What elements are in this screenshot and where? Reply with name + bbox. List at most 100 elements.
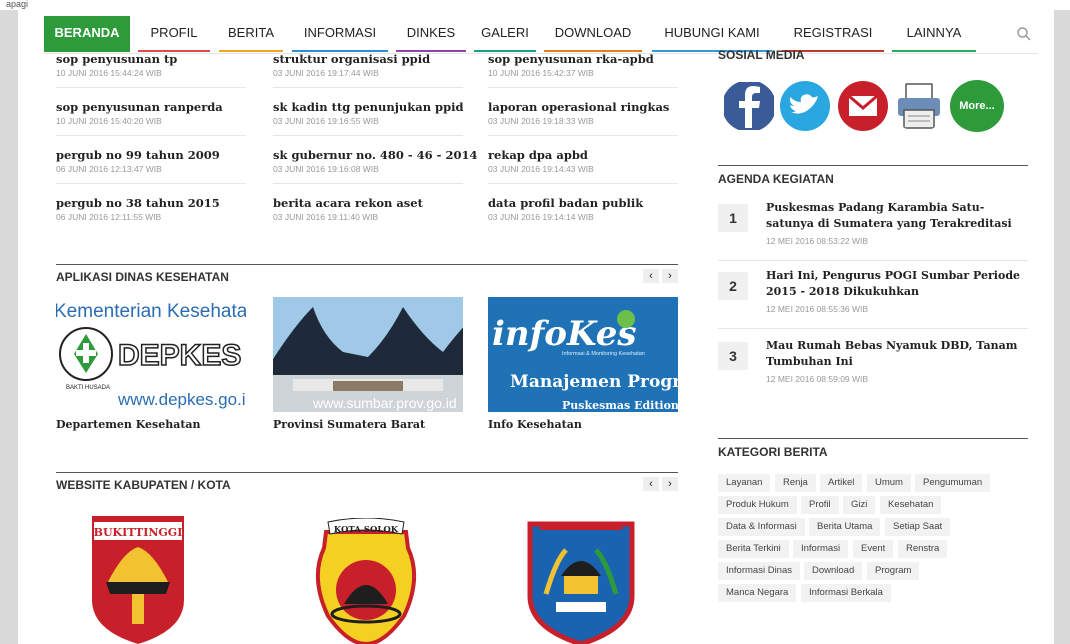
nav-item-label: BERITA: [228, 25, 274, 40]
app-thumb-depkes[interactable]: Kementerian Kesehatan R BAKTI HUSADA DEP…: [56, 297, 246, 412]
list-item[interactable]: sk kadin ttg penunjukan ppid 03 JUNI 2016…: [273, 100, 464, 136]
twitter-icon[interactable]: [778, 80, 832, 132]
sumbar-url-text: www.sumbar.prov.go.id: [312, 395, 457, 411]
nav-item-berita[interactable]: BERITA: [219, 16, 283, 52]
category-tag[interactable]: Kesehatan: [880, 496, 942, 514]
post-title[interactable]: berita acara rekon aset: [273, 196, 463, 210]
websites-prev-button[interactable]: ‹: [643, 477, 659, 491]
divider: [56, 183, 246, 184]
category-tag[interactable]: Renja: [775, 474, 816, 492]
category-tag[interactable]: Gizi: [843, 496, 876, 514]
category-tag[interactable]: Pengumuman: [915, 474, 991, 492]
infokes-brand: infoKes: [492, 314, 637, 354]
agenda-number: 1: [718, 204, 748, 232]
app-caption-sumbar[interactable]: Provinsi Sumatera Barat: [273, 418, 425, 431]
facebook-icon[interactable]: [722, 80, 776, 132]
divider: [488, 87, 678, 88]
category-tag[interactable]: Profil: [801, 496, 839, 514]
divider: [488, 135, 678, 136]
categories-heading: KATEGORI BERITA: [718, 438, 1028, 459]
agenda-title[interactable]: Puskesmas Padang Karambia Satu-satunya d…: [766, 200, 1028, 232]
app-thumb-sumbar[interactable]: www.sumbar.prov.go.id: [273, 297, 463, 412]
list-item[interactable]: pergub no 38 tahun 2015 06 JUNI 2016 12:1…: [56, 196, 246, 222]
websites-section-title: WEBSITE KABUPATEN / KOTA: [56, 478, 231, 492]
nav-item-hubungi-kami[interactable]: HUBUNGI KAMI: [652, 16, 772, 52]
category-tag[interactable]: Data & Informasi: [718, 518, 805, 536]
apps-prev-button[interactable]: ‹: [643, 269, 659, 283]
category-tag[interactable]: Renstra: [898, 540, 948, 558]
category-tag[interactable]: Berita Utama: [809, 518, 881, 536]
nav-item-dinkes[interactable]: DINKES: [396, 16, 466, 52]
top-strip-text: apagi: [6, 0, 29, 9]
list-item[interactable]: data profil badan publik 03 JUNI 2016 19:…: [488, 196, 678, 222]
gmail-icon[interactable]: [836, 80, 890, 132]
app-caption-depkes[interactable]: Departemen Kesehatan: [56, 418, 201, 431]
agenda-item[interactable]: 3 Mau Rumah Bebas Nyamuk DBD, Tanam Tumbu…: [718, 338, 1028, 400]
category-tag[interactable]: Manca Negara: [718, 584, 797, 602]
solok-logo[interactable]: KOTA SOLOK: [304, 518, 428, 644]
print-icon[interactable]: [892, 80, 946, 132]
padang-panjang-logo[interactable]: [526, 516, 636, 644]
list-item[interactable]: sop penyusunan rka-apbd 10 JUNI 2016 15:4…: [488, 52, 678, 88]
category-tag[interactable]: Berita Terkini: [718, 540, 789, 558]
nav-item-beranda[interactable]: BERANDA: [44, 16, 130, 52]
post-title[interactable]: sop penyusunan ranperda: [56, 100, 246, 114]
category-tag[interactable]: Produk Hukum: [718, 496, 797, 514]
post-title[interactable]: pergub no 99 tahun 2009: [56, 148, 246, 162]
post-title[interactable]: sk kadin ttg penunjukan ppid: [273, 100, 464, 114]
more-share-button[interactable]: More...: [950, 80, 1004, 132]
nav-item-lainnya[interactable]: LAINNYA: [892, 16, 976, 52]
post-title[interactable]: data profil badan publik: [488, 196, 678, 210]
category-tag[interactable]: Informasi Berkala: [801, 584, 891, 602]
category-tag[interactable]: Artikel: [820, 474, 863, 492]
solok-label: KOTA SOLOK: [334, 525, 399, 535]
category-tag[interactable]: Program: [867, 562, 920, 580]
depkes-big-text: DEPKES: [118, 339, 241, 372]
agenda-title[interactable]: Mau Rumah Bebas Nyamuk DBD, Tanam Tumbuh…: [766, 338, 1028, 370]
list-item[interactable]: sop penyusunan ranperda 10 JUNI 2016 15:4…: [56, 100, 246, 136]
post-title[interactable]: laporan operasional ringkas: [488, 100, 678, 114]
bukittinggi-logo[interactable]: BUKITTINGGI: [88, 512, 188, 644]
list-item[interactable]: laporan operasional ringkas 03 JUNI 2016 …: [488, 100, 678, 136]
post-title[interactable]: sop penyusunan rka-apbd: [488, 52, 678, 66]
post-date: 03 JUNI 2016 19:14:43 WIB: [488, 164, 594, 174]
category-tag[interactable]: Download: [804, 562, 863, 580]
list-item[interactable]: pergub no 99 tahun 2009 06 JUNI 2016 12:1…: [56, 148, 246, 184]
agenda-item[interactable]: 1 Puskesmas Padang Karambia Satu-satunya …: [718, 200, 1028, 262]
category-tag[interactable]: Informasi Dinas: [718, 562, 800, 580]
category-tag[interactable]: Setiap Saat: [885, 518, 951, 536]
apps-next-button[interactable]: ›: [662, 269, 678, 283]
category-tag[interactable]: Umum: [867, 474, 911, 492]
post-title[interactable]: sk gubernur no. 480 - 46 - 2014: [273, 148, 477, 162]
list-item[interactable]: berita acara rekon aset 03 JUNI 2016 19:1…: [273, 196, 463, 222]
agenda-item[interactable]: 2 Hari Ini, Pengurus POGI Sumbar Periode …: [718, 268, 1028, 330]
nav-item-galeri[interactable]: GALERI: [474, 16, 536, 52]
list-item[interactable]: sk gubernur no. 480 - 46 - 2014 03 JUNI 2…: [273, 148, 477, 184]
list-item[interactable]: struktur organisasi ppid 03 JUNI 2016 19:…: [273, 52, 463, 88]
list-item[interactable]: sop penyusunan tp 10 JUNI 2016 15:44:24 W…: [56, 52, 246, 88]
post-date: 03 JUNI 2016 19:17:44 WIB: [273, 68, 379, 78]
nav-item-informasi[interactable]: INFORMASI: [292, 16, 388, 52]
nav-item-label: GALERI: [481, 25, 529, 40]
category-tag[interactable]: Informasi: [793, 540, 849, 558]
post-title[interactable]: struktur organisasi ppid: [273, 52, 463, 66]
app-caption-infokes[interactable]: Info Kesehatan: [488, 418, 582, 431]
websites-next-button[interactable]: ›: [662, 477, 678, 491]
nav-item-download[interactable]: DOWNLOAD: [544, 16, 642, 52]
post-date: 03 JUNI 2016 19:14:14 WIB: [488, 212, 594, 222]
nav-item-profil[interactable]: PROFIL: [138, 16, 210, 52]
nav-item-registrasi[interactable]: REGISTRASI: [782, 16, 884, 52]
post-title[interactable]: sop penyusunan tp: [56, 52, 246, 66]
list-item[interactable]: rekap dpa apbd 03 JUNI 2016 19:14:43 WIB: [488, 148, 678, 184]
post-title[interactable]: pergub no 38 tahun 2015: [56, 196, 246, 210]
category-tag[interactable]: Event: [853, 540, 894, 558]
post-title[interactable]: rekap dpa apbd: [488, 148, 678, 162]
search-icon[interactable]: [1016, 26, 1032, 42]
agenda-title[interactable]: Hari Ini, Pengurus POGI Sumbar Periode 2…: [766, 268, 1028, 300]
depkes-url-text: www.depkes.go.id: [117, 390, 246, 409]
infokes-title: Manajemen Program: [510, 372, 678, 392]
app-thumb-infokes[interactable]: infoKes Informasi & Monitoring Kesehatan…: [488, 297, 678, 412]
post-date: 03 JUNI 2016 19:11:40 WIB: [273, 212, 379, 222]
category-tag[interactable]: Layanan: [718, 474, 771, 492]
nav-item-label: DINKES: [406, 25, 456, 40]
